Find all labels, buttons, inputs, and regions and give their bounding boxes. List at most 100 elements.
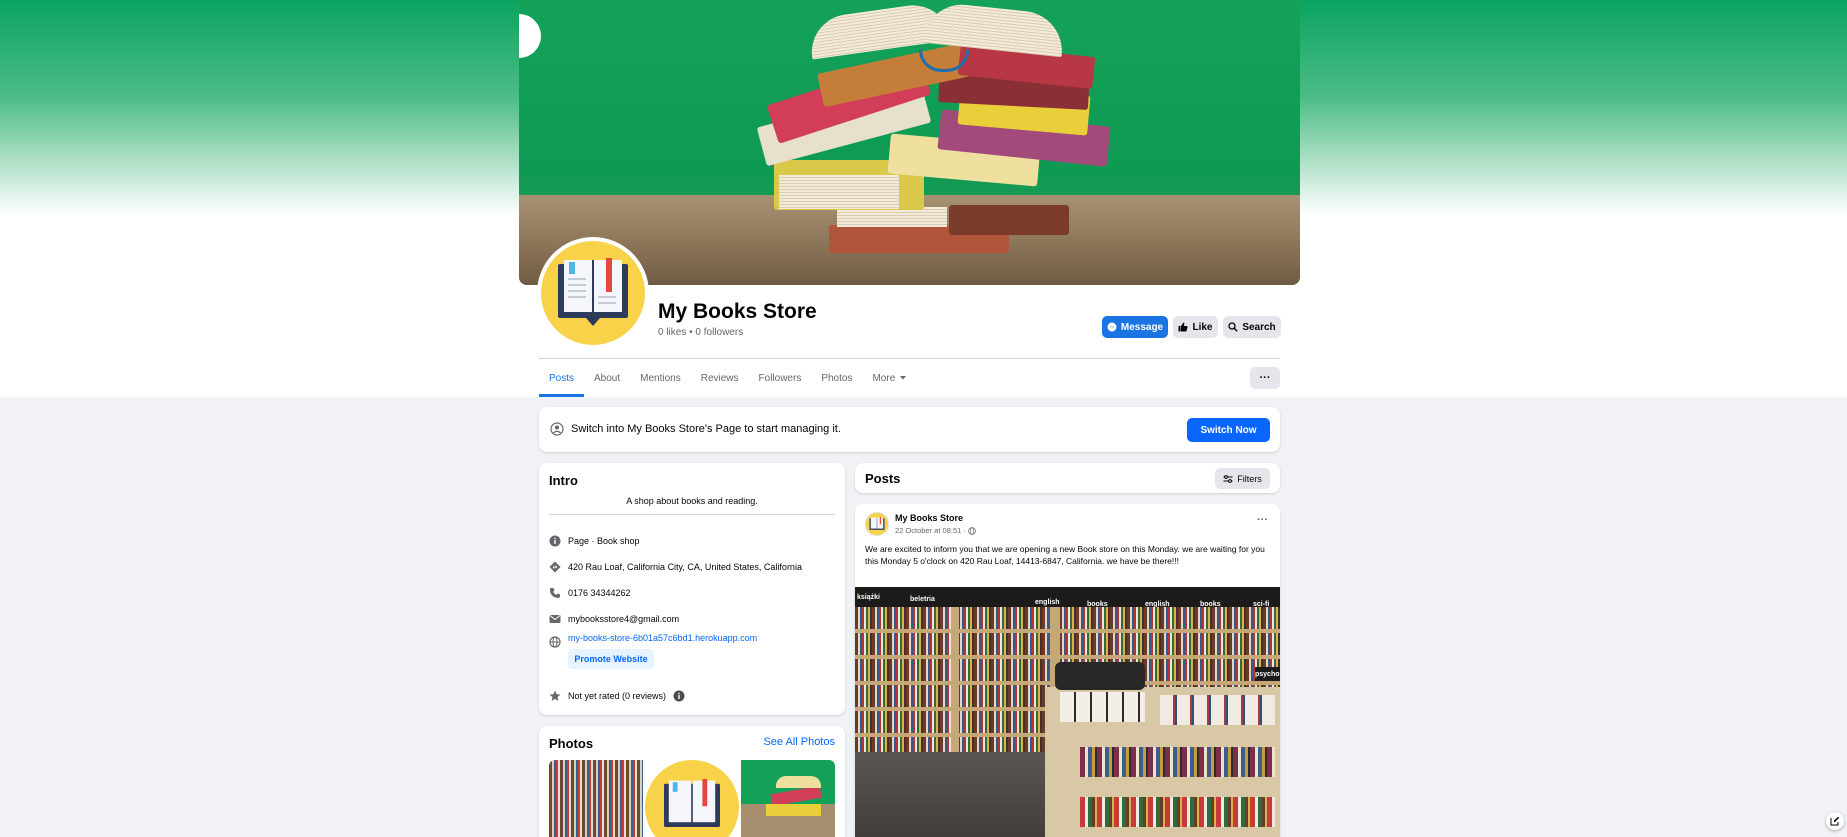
tab-label: Posts bbox=[549, 372, 575, 384]
switch-profile-icon bbox=[550, 422, 564, 436]
like-button[interactable]: Like bbox=[1173, 316, 1218, 338]
tab-photos[interactable]: Photos bbox=[811, 359, 862, 397]
photos-heading: Photos bbox=[549, 736, 594, 751]
cover-book-pages bbox=[779, 175, 899, 209]
post-timestamp: 22 October at 08:51 · bbox=[895, 526, 976, 535]
post-body-text: We are excited to inform you that we are… bbox=[865, 544, 1265, 566]
page-title: My Books Store bbox=[658, 300, 817, 323]
post-author-name[interactable]: My Books Store bbox=[895, 513, 963, 523]
compose-icon bbox=[1830, 816, 1840, 826]
cover-decor bbox=[519, 14, 541, 58]
switch-profile-banner: Switch into My Books Store's Page to sta… bbox=[539, 407, 1280, 452]
sign-label: beletria bbox=[910, 596, 935, 603]
globe-icon bbox=[968, 526, 976, 535]
caret-down-icon bbox=[900, 376, 907, 380]
email-icon bbox=[549, 613, 561, 625]
page-options-button[interactable]: ··· bbox=[1250, 367, 1280, 389]
sign-label: psychologia bbox=[1255, 670, 1280, 678]
post-card: My Books Store 22 October at 08:51 · ···… bbox=[855, 504, 1280, 837]
post-image-bookstore[interactable]: książki beletria english books english b… bbox=[855, 587, 1280, 837]
thumbs-up-icon bbox=[1178, 322, 1189, 332]
intro-address-text[interactable]: 420 Rau Loaf, California City, CA, Unite… bbox=[568, 562, 802, 572]
sign-label: english bbox=[1035, 599, 1060, 606]
tab-about[interactable]: About bbox=[584, 359, 630, 397]
intro-address: 420 Rau Loaf, California City, CA, Unite… bbox=[549, 561, 802, 573]
cover-book bbox=[949, 205, 1069, 235]
see-all-photos-link[interactable]: See All Photos bbox=[763, 736, 835, 748]
message-button-label: Message bbox=[1120, 321, 1164, 333]
star-icon bbox=[549, 690, 561, 702]
cover-book-pages bbox=[837, 207, 947, 227]
open-book-logo-icon bbox=[664, 779, 720, 827]
post-timestamp-text[interactable]: 22 October at 08:51 · bbox=[895, 526, 966, 535]
tab-label: Reviews bbox=[700, 372, 739, 384]
filters-button-label: Filters bbox=[1237, 473, 1262, 484]
tab-label: Mentions bbox=[640, 372, 681, 384]
tab-label: More bbox=[872, 372, 896, 384]
info-icon bbox=[549, 535, 561, 547]
open-book-logo-icon bbox=[869, 516, 885, 530]
promote-website-button[interactable]: Promote Website bbox=[568, 649, 654, 669]
message-button[interactable]: Message bbox=[1102, 316, 1168, 338]
intro-description: A shop about books and reading. bbox=[626, 496, 758, 506]
intro-heading: Intro bbox=[549, 473, 578, 488]
tab-more[interactable]: More bbox=[862, 359, 917, 397]
tab-posts[interactable]: Posts bbox=[539, 359, 585, 397]
rating-info-icon[interactable] bbox=[673, 690, 685, 702]
typewriter bbox=[1055, 662, 1145, 690]
tab-mentions[interactable]: Mentions bbox=[630, 359, 691, 397]
intro-phone-text: 0176 34344262 bbox=[568, 588, 631, 598]
ellipsis-icon: ··· bbox=[1259, 372, 1271, 384]
search-icon bbox=[1228, 322, 1239, 332]
switch-now-button[interactable]: Switch Now bbox=[1187, 418, 1270, 442]
tab-label: About bbox=[594, 372, 621, 384]
switch-banner-text: Switch into My Books Store's Page to sta… bbox=[571, 423, 841, 435]
globe-icon bbox=[549, 636, 561, 648]
photos-card: Photos See All Photos bbox=[539, 726, 845, 837]
sliders-icon bbox=[1223, 474, 1233, 483]
tab-reviews[interactable]: Reviews bbox=[691, 359, 749, 397]
intro-divider bbox=[549, 514, 835, 515]
like-button-label: Like bbox=[1192, 321, 1213, 333]
post-options-icon[interactable]: ··· bbox=[1257, 514, 1268, 526]
tab-label: Photos bbox=[821, 372, 853, 384]
photo-thumbnail-logo[interactable] bbox=[645, 760, 739, 837]
display-books bbox=[1160, 695, 1275, 725]
messenger-icon bbox=[1107, 322, 1117, 332]
intro-card: Intro A shop about books and reading. Pa… bbox=[539, 463, 845, 715]
intro-phone: 0176 34344262 bbox=[549, 587, 631, 599]
photo-thumbnail-cover[interactable] bbox=[741, 760, 835, 837]
phone-icon bbox=[549, 587, 561, 599]
filters-button[interactable]: Filters bbox=[1215, 468, 1270, 489]
cover-photo[interactable] bbox=[519, 0, 1300, 285]
intro-category: Page · Book shop bbox=[549, 535, 640, 547]
open-book-logo-icon bbox=[558, 258, 628, 326]
intro-rating-text: Not yet rated (0 reviews) bbox=[568, 691, 667, 701]
display-books bbox=[1080, 797, 1275, 827]
tab-label: Followers bbox=[758, 372, 802, 384]
intro-website: my-books-store-6b01a57c6bd1.herokuapp.co… bbox=[549, 633, 757, 648]
profile-avatar[interactable] bbox=[537, 237, 649, 349]
display-books bbox=[1080, 747, 1275, 777]
sign-label: książki bbox=[857, 594, 880, 601]
intro-category-text: Page · Book shop bbox=[568, 536, 640, 546]
website-link[interactable]: my-books-store-6b01a57c6bd1.herokuapp.co… bbox=[568, 633, 757, 643]
new-message-button[interactable] bbox=[1826, 812, 1844, 830]
posts-header: Posts Filters bbox=[855, 463, 1280, 493]
psychology-sign: psychologia bbox=[1255, 667, 1280, 681]
search-button-label: Search bbox=[1242, 321, 1276, 333]
display-books bbox=[1060, 692, 1145, 722]
page-tabs: Posts About Mentions Reviews Followers P… bbox=[539, 359, 917, 397]
intro-email: mybooksstore4@gmail.com bbox=[549, 613, 679, 625]
tab-followers[interactable]: Followers bbox=[749, 359, 812, 397]
bookstore-signs: książki beletria english books english b… bbox=[855, 587, 1280, 608]
photo-thumbnail-bookstore[interactable] bbox=[549, 760, 643, 837]
post-author-avatar[interactable] bbox=[865, 512, 889, 536]
search-button[interactable]: Search bbox=[1223, 316, 1281, 338]
shelf-post bbox=[951, 607, 959, 752]
intro-email-text[interactable]: mybooksstore4@gmail.com bbox=[568, 614, 679, 624]
intro-rating: Not yet rated (0 reviews) bbox=[549, 690, 685, 702]
page-stats[interactable]: 0 likes • 0 followers bbox=[658, 327, 743, 338]
posts-heading: Posts bbox=[865, 471, 901, 486]
directions-icon bbox=[549, 561, 561, 573]
